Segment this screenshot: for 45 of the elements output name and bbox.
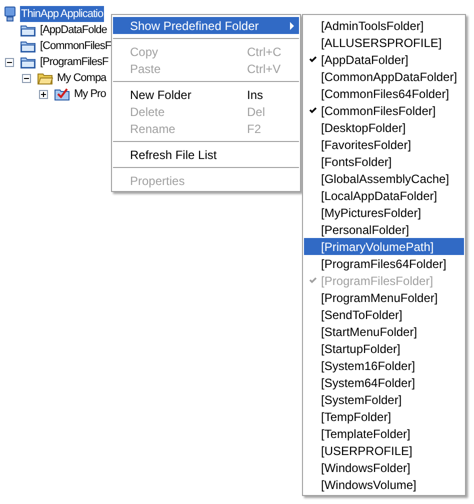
collapse-icon[interactable] [22,74,31,82]
menu-item[interactable]: [PrimaryVolumePath] [304,238,464,255]
tree-item[interactable]: My Pro [73,86,107,102]
menu-item[interactable]: [DesktopFolder] [304,119,464,136]
expand-icon[interactable] [39,90,48,98]
tree-item[interactable]: [AppDataFolde [39,22,108,38]
folder-icon [20,39,36,53]
menu-item[interactable]: [SendToFolder] [304,306,464,323]
menu-item[interactable]: [PersonalFolder] [304,221,464,238]
checked-folder-icon [54,87,70,101]
tree-item[interactable]: My Compa [56,70,108,86]
menu-item[interactable]: [MyPicturesFolder] [304,204,464,221]
menu-item[interactable]: [TemplateFolder] [304,425,464,442]
menu-item[interactable]: [CommonFiles64Folder] [304,85,464,102]
menu-item[interactable]: [ProgramFiles64Folder] [304,255,464,272]
folder-icon [20,55,36,69]
menu-item[interactable]: [FontsFolder] [304,153,464,170]
menu-item[interactable]: [SystemFolder] [304,391,464,408]
computer-icon [3,6,17,22]
menu-item[interactable]: [LocalAppDataFolder] [304,187,464,204]
menu-item[interactable]: [WindowsFolder] [304,459,464,476]
menu-item[interactable]: [WindowsVolume] [304,476,464,493]
menu-item[interactable]: [FavoritesFolder] [304,136,464,153]
menu-item[interactable]: [StartMenuFolder] [304,323,464,340]
tree-item[interactable]: ThinApp Applicatio [20,6,104,22]
menu-item[interactable]: New Folder Ins [113,86,299,103]
menu-item[interactable]: [ALLUSERSPROFILE] [304,34,464,51]
menu-item[interactable]: [ProgramMenuFolder] [304,289,464,306]
menu-item[interactable]: [TempFolder] [304,408,464,425]
menu-item[interactable]: [AppDataFolder] [304,51,464,68]
menu-item[interactable]: Refresh File List [113,146,299,163]
tree-item[interactable]: [ProgramFilesF [39,54,110,70]
folder-icon [20,23,36,37]
menu-item[interactable]: [AdminToolsFolder] [304,17,464,34]
menu-item[interactable]: [CommonAppDataFolder] [304,68,464,85]
menu-item[interactable]: Show Predefined Folder [113,17,299,34]
menu-item[interactable]: [System16Folder] [304,357,464,374]
collapse-icon[interactable] [5,58,14,66]
menu-item[interactable]: [StartupFolder] [304,340,464,357]
folder-icon [37,71,53,85]
menu-item[interactable]: [CommonFilesFolder] [304,102,464,119]
menu-item[interactable]: [USERPROFILE] [304,442,464,459]
tree-item[interactable]: [CommonFilesF [39,38,112,54]
menu-item[interactable]: [GlobalAssemblyCache] [304,170,464,187]
menu-item[interactable]: [System64Folder] [304,374,464,391]
